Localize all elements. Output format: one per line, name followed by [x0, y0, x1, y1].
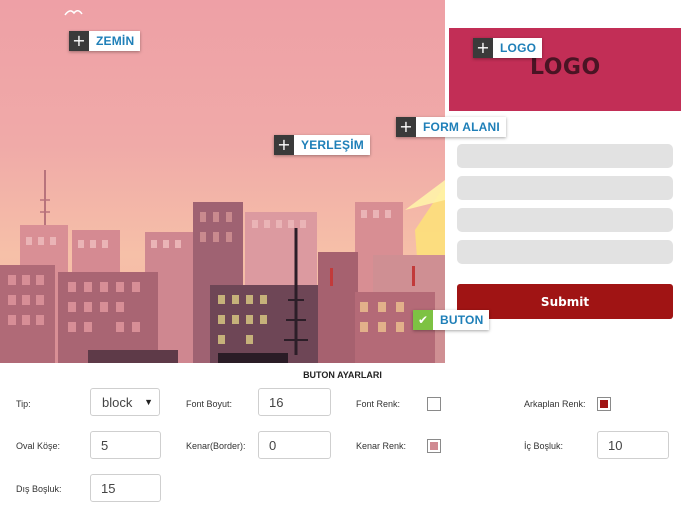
- font-renk-color: [430, 400, 438, 408]
- plus-icon: +: [396, 117, 416, 137]
- background-scene: [0, 0, 445, 363]
- form-field-1[interactable]: [457, 144, 673, 168]
- kenar-input[interactable]: 0: [258, 431, 331, 459]
- settings-title: BUTON AYARLARI: [303, 370, 382, 380]
- arkaplan-renk-color: [600, 400, 608, 408]
- plus-icon: +: [473, 38, 493, 58]
- form-field-2[interactable]: [457, 176, 673, 200]
- plus-icon: +: [274, 135, 294, 155]
- font-boyut-label: Font Boyut:: [186, 399, 233, 409]
- form-field-3[interactable]: [457, 208, 673, 232]
- check-icon: ✔: [413, 310, 433, 330]
- tag-form-alani[interactable]: + FORM ALANI: [396, 117, 506, 137]
- font-renk-swatch[interactable]: [427, 397, 441, 411]
- font-renk-label: Font Renk:: [356, 399, 401, 409]
- tag-buton[interactable]: ✔ BUTON: [413, 310, 490, 330]
- kenar-renk-label: Kenar Renk:: [356, 441, 407, 451]
- tag-zemin[interactable]: + ZEMİN: [69, 31, 141, 51]
- tag-zemin-label: ZEMİN: [89, 31, 141, 51]
- ic-bosluk-label: İç Boşluk:: [524, 441, 564, 451]
- oval-kose-label: Oval Köşe:: [16, 441, 61, 451]
- logo-text: LOGO: [530, 55, 601, 80]
- tag-logo-label: LOGO: [493, 38, 543, 58]
- tip-label: Tip:: [16, 399, 31, 409]
- tag-form-alani-label: FORM ALANI: [416, 117, 506, 137]
- ic-bosluk-input[interactable]: 10: [597, 431, 669, 459]
- tag-logo[interactable]: + LOGO: [473, 38, 543, 58]
- dropdown-arrow-icon: ▼: [144, 397, 153, 407]
- form-field-4[interactable]: [457, 240, 673, 264]
- arkaplan-renk-swatch[interactable]: [597, 397, 611, 411]
- tag-buton-label: BUTON: [433, 310, 490, 330]
- font-boyut-input[interactable]: 16: [258, 388, 331, 416]
- tip-select[interactable]: block ▼: [90, 388, 160, 416]
- dis-bosluk-input[interactable]: 15: [90, 474, 161, 502]
- kenar-renk-swatch[interactable]: [427, 439, 441, 453]
- arkaplan-renk-label: Arkaplan Renk:: [524, 399, 586, 409]
- tag-yerlesim[interactable]: + YERLEŞİM: [274, 135, 370, 155]
- tip-select-value: block: [102, 394, 133, 410]
- oval-kose-input[interactable]: 5: [90, 431, 161, 459]
- plus-icon: +: [69, 31, 89, 51]
- dis-bosluk-label: Dış Boşluk:: [16, 484, 62, 494]
- tag-yerlesim-label: YERLEŞİM: [294, 135, 370, 155]
- kenar-label: Kenar(Border):: [186, 441, 246, 451]
- city-skyline-illustration: [0, 10, 445, 363]
- kenar-renk-color: [430, 442, 438, 450]
